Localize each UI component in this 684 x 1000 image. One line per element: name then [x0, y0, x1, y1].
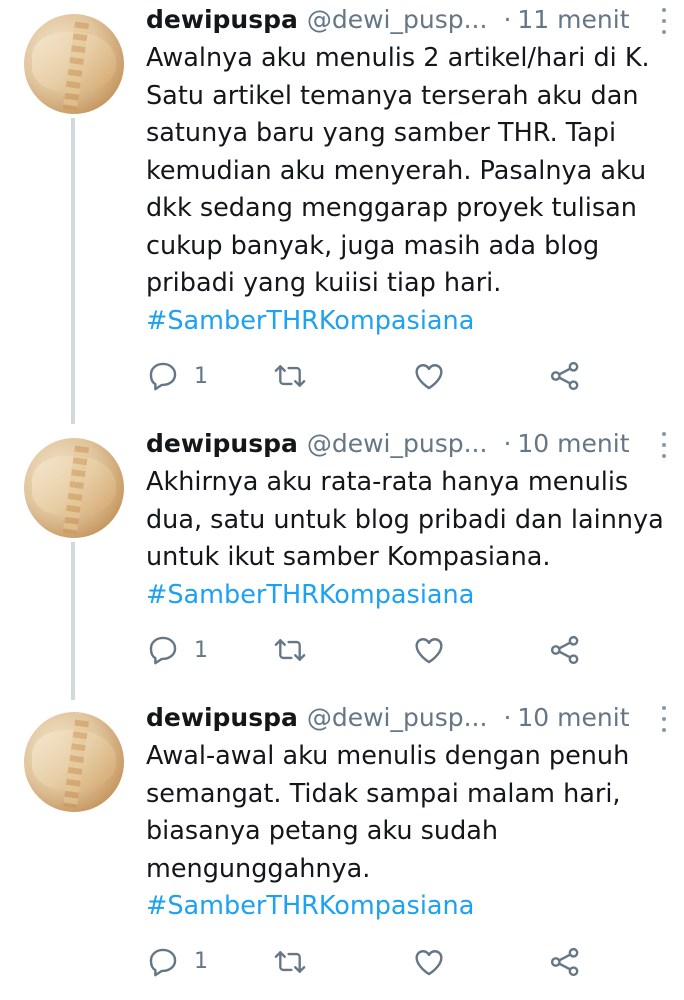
more-icon [662, 432, 666, 436]
more-icon [662, 706, 666, 710]
share-button[interactable] [548, 630, 582, 670]
reply-icon [149, 948, 177, 976]
thread-line [71, 118, 75, 424]
tweet-text-line: satunya baru yang samber THR. Tapi [146, 118, 617, 148]
reply-count: 1 [194, 637, 208, 663]
tweet-text-line: Awal-awal aku menulis dengan penuh [146, 741, 630, 771]
tweet-actions: 1 [146, 630, 666, 670]
reply-count: 1 [194, 949, 208, 974]
tweet[interactable]: dewipuspa @dewi_pusp... · 10 menit Awal-… [0, 698, 684, 1000]
avatar-column [24, 438, 124, 538]
tweet-text-line: Satu artikel temanya terserah aku dan [146, 80, 639, 111]
avatar-column [24, 712, 124, 812]
tweet-header: dewipuspa @dewi_pusp... · 10 menit [146, 424, 666, 464]
separator-dot: · [503, 429, 512, 458]
hashtag-link[interactable]: #SamberTHRKompasiana [146, 577, 666, 615]
share-button[interactable] [548, 942, 582, 982]
tweet-text-line: cukup banyak, juga masih ada blog [146, 230, 600, 261]
timestamp[interactable]: 10 menit [517, 703, 629, 733]
tweet-text: Awalnya aku menulis 2 artikel/hari di K.… [146, 40, 666, 303]
timestamp[interactable]: 11 menit [517, 5, 629, 35]
share-icon [550, 947, 579, 976]
like-icon [415, 364, 443, 390]
reply-button[interactable]: 1 [146, 356, 208, 396]
avatar[interactable] [24, 712, 124, 812]
tweet-text-line: Akhirnya aku rata-rata hanya menulis [146, 467, 629, 497]
tweet-text-line: mengunggahnya. [146, 853, 371, 884]
more-icon [662, 8, 666, 12]
avatar[interactable] [24, 438, 124, 538]
tweet-text: Akhirnya aku rata-rata hanya menulis dua… [146, 464, 666, 577]
tweet-header: dewipuspa @dewi_pusp... · 10 menit [146, 698, 666, 738]
user-handle[interactable]: @dewi_pusp... [307, 5, 488, 35]
tweet-content: dewipuspa @dewi_pusp... · 10 menit Akhir… [146, 424, 666, 670]
retweet-icon [274, 639, 306, 661]
tweet[interactable]: dewipuspa @dewi_pusp... · 10 menit Akhir… [0, 424, 684, 700]
tweet-text-line: biasanya petang aku sudah [146, 816, 499, 846]
retweet-button[interactable] [272, 630, 308, 670]
tweet-content: dewipuspa @dewi_pusp... · 10 menit Awal-… [146, 698, 666, 982]
hashtag-link[interactable]: #SamberTHRKompasiana [146, 888, 666, 926]
display-name[interactable]: dewipuspa [146, 429, 298, 459]
reply-icon [149, 636, 177, 665]
tweet-content: dewipuspa @dewi_pusp... · 11 menit Awaln… [146, 0, 666, 396]
share-button[interactable] [548, 356, 582, 396]
display-name[interactable]: dewipuspa [146, 5, 298, 35]
display-name[interactable]: dewipuspa [146, 703, 298, 733]
tweet-text-line: kemudian aku menyerah. Pasalnya aku [146, 155, 647, 186]
avatar[interactable] [24, 14, 124, 114]
tweet-text: Awal-awal aku menulis dengan penuh seman… [146, 738, 666, 888]
user-handle[interactable]: @dewi_pusp... [307, 429, 488, 459]
retweet-icon [274, 365, 306, 387]
like-icon [415, 638, 443, 664]
share-icon [550, 361, 579, 391]
reply-count: 1 [194, 363, 208, 389]
tweet[interactable]: dewipuspa @dewi_pusp... · 11 menit Awaln… [0, 0, 684, 424]
more-options-button[interactable] [660, 706, 668, 732]
tweet-text-line: untuk ikut samber Kompasiana. [146, 542, 551, 572]
tweet-text-line: pribadi yang kuiisi tiap hari. [146, 268, 502, 298]
like-button[interactable] [412, 630, 446, 670]
separator-dot: · [503, 5, 512, 34]
tweet-text-line: dkk sedang menggarap proyek tulisan [146, 193, 637, 223]
hashtag-link[interactable]: #SamberTHRKompasiana [146, 303, 666, 341]
tweet-thread: dewipuspa @dewi_pusp... · 11 menit Awaln… [0, 0, 684, 1000]
more-options-button[interactable] [660, 432, 668, 458]
user-handle[interactable]: @dewi_pusp... [307, 703, 488, 733]
more-options-button[interactable] [660, 8, 668, 34]
tweet-text-line: semangat. Tidak sampai malam hari, [146, 778, 621, 809]
tweet-header: dewipuspa @dewi_pusp... · 11 menit [146, 0, 666, 40]
retweet-button[interactable] [272, 356, 308, 396]
thread-line [71, 542, 75, 700]
like-button[interactable] [412, 356, 446, 396]
tweet-text-line: Awalnya aku menulis 2 artikel/hari di K. [146, 43, 650, 73]
tweet-text-line: dua, satu untuk blog pribadi dan lainnya [146, 504, 664, 535]
share-icon [550, 635, 579, 665]
reply-button[interactable]: 1 [146, 630, 208, 670]
like-button[interactable] [412, 942, 446, 982]
timestamp[interactable]: 10 menit [517, 429, 629, 459]
retweet-button[interactable] [272, 942, 308, 982]
reply-icon [149, 362, 177, 391]
avatar-column [24, 14, 124, 114]
reply-button[interactable]: 1 [146, 942, 208, 982]
like-icon [415, 949, 443, 975]
separator-dot: · [503, 703, 512, 732]
tweet-actions: 1 [146, 942, 666, 982]
tweet-actions: 1 [146, 356, 666, 396]
retweet-icon [274, 950, 306, 973]
